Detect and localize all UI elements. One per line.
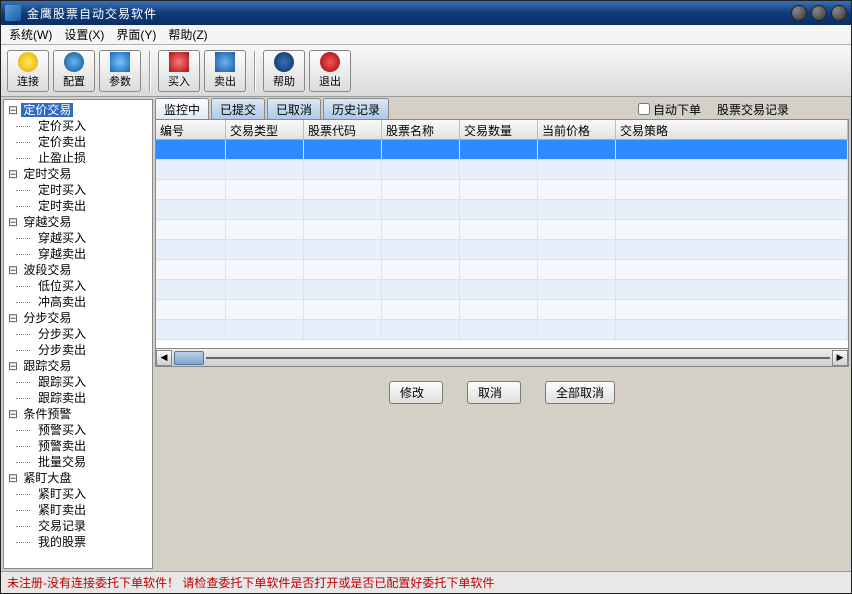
trade-log-label[interactable]: 股票交易记录 (717, 101, 789, 118)
scroll-right-icon[interactable]: ▶ (832, 350, 848, 366)
tree-item[interactable]: 批量交易 (6, 454, 150, 470)
grid-header: 编号 交易类型 股票代码 股票名称 交易数量 当前价格 交易策略 (156, 120, 848, 140)
tree-item[interactable]: 定时买入 (6, 182, 150, 198)
tree-item[interactable]: 预警买入 (6, 422, 150, 438)
exit-button[interactable]: 退出 (309, 50, 351, 92)
tree-item[interactable]: 我的股票 (6, 534, 150, 550)
col-name[interactable]: 股票名称 (382, 120, 460, 139)
scroll-left-icon[interactable]: ◀ (156, 350, 172, 366)
tree-item[interactable]: 跟踪买入 (6, 374, 150, 390)
col-qty[interactable]: 交易数量 (460, 120, 538, 139)
table-row[interactable] (156, 140, 848, 160)
buy-icon (169, 52, 189, 72)
tree-item[interactable]: 交易记录 (6, 518, 150, 534)
statusbar: 未注册-没有连接委托下单软件！ 请检查委托下单软件是否打开或是否已配置好委托下单… (1, 571, 851, 593)
tree-group[interactable]: 穿越交易 (6, 214, 150, 230)
tree-item[interactable]: 低位买入 (6, 278, 150, 294)
table-row[interactable] (156, 280, 848, 300)
auto-order-checkbox[interactable]: 自动下单 (638, 101, 701, 118)
table-row[interactable] (156, 320, 848, 340)
sell-icon (215, 52, 235, 72)
close-button[interactable] (831, 5, 847, 21)
table-row[interactable] (156, 200, 848, 220)
col-strategy[interactable]: 交易策略 (616, 120, 848, 139)
grid-body (156, 140, 848, 348)
tab-row: 监控中 已提交 已取消 历史记录 自动下单 股票交易记录 (155, 99, 849, 119)
tree-item[interactable]: 定价买入 (6, 118, 150, 134)
help-icon (274, 52, 294, 72)
tree-item[interactable]: 冲高卖出 (6, 294, 150, 310)
table-row[interactable] (156, 160, 848, 180)
toolbar: 连接 配置 参数 买入 卖出 帮助 退出 (1, 45, 851, 97)
table-row[interactable] (156, 260, 848, 280)
menubar: 系统(W) 设置(X) 界面(Y) 帮助(Z) (1, 25, 851, 45)
menu-view[interactable]: 界面(Y) (116, 26, 156, 43)
grid: 编号 交易类型 股票代码 股票名称 交易数量 当前价格 交易策略 (155, 119, 849, 349)
minimize-button[interactable] (791, 5, 807, 21)
tree-group[interactable]: 波段交易 (6, 262, 150, 278)
tree-item[interactable]: 穿越买入 (6, 230, 150, 246)
cancel-button[interactable]: 取消 (467, 381, 521, 404)
titlebar: 金鹰股票自动交易软件 (1, 1, 851, 25)
main-panel: 监控中 已提交 已取消 历史记录 自动下单 股票交易记录 编号 交易类型 股票代… (155, 99, 849, 569)
tree-item[interactable]: 分步买入 (6, 326, 150, 342)
tab-history[interactable]: 历史记录 (323, 98, 389, 120)
tree-item[interactable]: 预警卖出 (6, 438, 150, 454)
tree-item[interactable]: 定时卖出 (6, 198, 150, 214)
auto-order-input[interactable] (638, 103, 650, 115)
tree-item[interactable]: 紧盯卖出 (6, 502, 150, 518)
param-button[interactable]: 参数 (99, 50, 141, 92)
tree-item[interactable]: 定价卖出 (6, 134, 150, 150)
param-icon (110, 52, 130, 72)
tree-group[interactable]: 跟踪交易 (6, 358, 150, 374)
tree-item[interactable]: 紧盯买入 (6, 486, 150, 502)
col-id[interactable]: 编号 (156, 120, 226, 139)
tree-panel: 定价交易定价买入定价卖出止盈止损定时交易定时买入定时卖出穿越交易穿越买入穿越卖出… (3, 99, 153, 569)
tab-monitoring[interactable]: 监控中 (155, 98, 209, 120)
help-button[interactable]: 帮助 (263, 50, 305, 92)
modify-button[interactable]: 修改 (389, 381, 443, 404)
exit-icon (320, 52, 340, 72)
tab-cancelled[interactable]: 已取消 (267, 98, 321, 120)
tree-item[interactable]: 跟踪卖出 (6, 390, 150, 406)
tree-item[interactable]: 分步卖出 (6, 342, 150, 358)
tab-submitted[interactable]: 已提交 (211, 98, 265, 120)
tree-item[interactable]: 止盈止损 (6, 150, 150, 166)
scroll-thumb[interactable] (174, 351, 204, 365)
tree-item[interactable]: 穿越卖出 (6, 246, 150, 262)
window-buttons (791, 5, 847, 21)
table-row[interactable] (156, 240, 848, 260)
app-icon (5, 5, 21, 21)
buy-button[interactable]: 买入 (158, 50, 200, 92)
table-row[interactable] (156, 220, 848, 240)
table-row[interactable] (156, 300, 848, 320)
connect-button[interactable]: 连接 (7, 50, 49, 92)
sell-button[interactable]: 卖出 (204, 50, 246, 92)
tree-group[interactable]: 分步交易 (6, 310, 150, 326)
status-text: 未注册-没有连接委托下单软件！ 请检查委托下单软件是否打开或是否已配置好委托下单… (7, 574, 494, 591)
menu-settings[interactable]: 设置(X) (64, 26, 104, 43)
window-title: 金鹰股票自动交易软件 (27, 5, 791, 22)
hscrollbar[interactable]: ◀ ▶ (155, 349, 849, 367)
cancel-all-button[interactable]: 全部取消 (545, 381, 615, 404)
connect-icon (18, 52, 38, 72)
menu-help[interactable]: 帮助(Z) (168, 26, 207, 43)
col-price[interactable]: 当前价格 (538, 120, 616, 139)
config-icon (64, 52, 84, 72)
tree-group[interactable]: 紧盯大盘 (6, 470, 150, 486)
col-code[interactable]: 股票代码 (304, 120, 382, 139)
tree-group[interactable]: 定价交易 (6, 102, 150, 118)
tree-group[interactable]: 定时交易 (6, 166, 150, 182)
table-row[interactable] (156, 180, 848, 200)
menu-system[interactable]: 系统(W) (9, 26, 52, 43)
col-type[interactable]: 交易类型 (226, 120, 304, 139)
config-button[interactable]: 配置 (53, 50, 95, 92)
action-buttons: 修改 取消 全部取消 (155, 381, 849, 404)
maximize-button[interactable] (811, 5, 827, 21)
tree-group[interactable]: 条件预警 (6, 406, 150, 422)
